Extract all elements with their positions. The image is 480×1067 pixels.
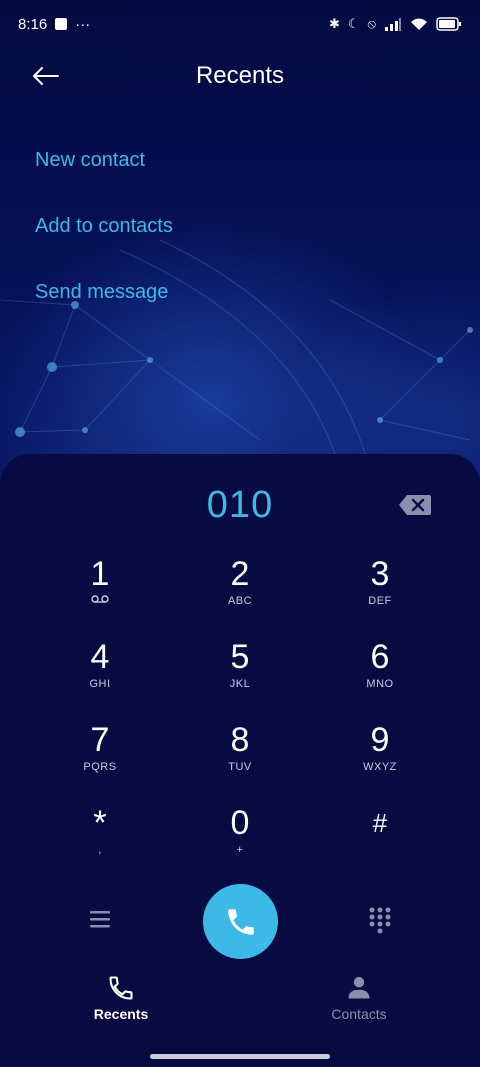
- wifi-icon: [411, 18, 427, 30]
- key-letters: MNO: [366, 678, 394, 690]
- tab-recents[interactable]: Recents: [46, 974, 196, 1022]
- bluetooth-icon: ✱: [328, 16, 340, 31]
- key-7[interactable]: 7 PQRS: [30, 720, 170, 803]
- key-hash[interactable]: #: [310, 803, 450, 886]
- key-3[interactable]: 3 DEF: [310, 554, 450, 637]
- backspace-icon: [399, 495, 431, 515]
- new-contact-link[interactable]: New contact: [35, 140, 173, 206]
- phone-icon: [227, 908, 254, 935]
- key-letters: WXYZ: [363, 761, 397, 773]
- keypad: 1 2 ABC 3 DEF 4 GHI 5 JKL 6 MNO 7 PQRS 8…: [30, 554, 450, 886]
- key-1[interactable]: 1: [30, 554, 170, 637]
- key-letters: ABC: [227, 595, 253, 607]
- dialpad-icon: [369, 907, 391, 934]
- status-bar: 8:16 ··· ✱ ☾ ⦸: [0, 0, 480, 48]
- person-icon: [348, 976, 370, 999]
- key-2[interactable]: 2 ABC: [170, 554, 310, 637]
- hamburger-icon: [90, 911, 110, 928]
- key-digit: 2: [230, 555, 250, 593]
- key-star[interactable]: * ,: [30, 803, 170, 886]
- key-digit: 6: [370, 638, 390, 676]
- notification-icon: [55, 18, 68, 30]
- key-digit: *: [93, 804, 107, 842]
- bottom-navigation: Recents Contacts: [0, 974, 480, 1044]
- voicemail-icon: [91, 595, 109, 603]
- key-8[interactable]: 8 TUV: [170, 720, 310, 803]
- dialer-panel: 010 1 2 ABC 3 DEF 4 GHI 5 JKL 6 MNO 7 PQ…: [0, 454, 480, 1067]
- more-notifications: ···: [75, 15, 91, 33]
- key-4[interactable]: 4 GHI: [30, 637, 170, 720]
- page-title: Recents: [195, 62, 285, 89]
- tab-contacts-label: Contacts: [331, 1006, 387, 1022]
- key-letters: JKL: [229, 678, 251, 690]
- key-9[interactable]: 9 WXYZ: [310, 720, 450, 803]
- status-time: 8:16: [18, 15, 48, 33]
- key-0[interactable]: 0 +: [170, 803, 310, 886]
- key-letters: ,: [98, 844, 102, 856]
- key-letters: GHI: [89, 678, 111, 690]
- key-letters: PQRS: [83, 761, 117, 773]
- key-digit: 7: [90, 721, 110, 759]
- options-menu: New contact Add to contacts Send message: [35, 140, 173, 338]
- key-5[interactable]: 5 JKL: [170, 637, 310, 720]
- backspace-button[interactable]: [398, 494, 432, 518]
- key-digit: 9: [370, 721, 390, 759]
- signal-icon: [385, 18, 401, 31]
- menu-button[interactable]: [86, 908, 114, 934]
- key-6[interactable]: 6 MNO: [310, 637, 450, 720]
- home-indicator[interactable]: [150, 1054, 330, 1059]
- call-button[interactable]: [203, 884, 278, 959]
- tab-contacts[interactable]: Contacts: [284, 974, 434, 1022]
- battery-icon: [436, 17, 461, 31]
- dialer-actions: [0, 884, 480, 960]
- key-digit: 1: [90, 555, 110, 593]
- key-letters: DEF: [368, 595, 392, 607]
- dialpad-toggle-button[interactable]: [366, 906, 394, 936]
- top-bar: Recents: [0, 48, 480, 106]
- key-letters: +: [236, 844, 244, 856]
- key-digit: 5: [230, 638, 250, 676]
- silent-icon: ⦸: [367, 16, 376, 31]
- send-message-link[interactable]: Send message: [35, 272, 173, 338]
- key-digit: 8: [230, 721, 250, 759]
- tab-recents-label: Recents: [93, 1006, 149, 1022]
- key-digit: 3: [370, 555, 390, 593]
- key-digit: 0: [230, 804, 250, 842]
- key-digit: #: [372, 808, 388, 838]
- add-to-contacts-link[interactable]: Add to contacts: [35, 206, 173, 272]
- key-letters: TUV: [228, 761, 252, 773]
- moon-icon: ☾: [347, 16, 360, 31]
- phone-icon: [109, 976, 133, 1000]
- key-digit: 4: [90, 638, 110, 676]
